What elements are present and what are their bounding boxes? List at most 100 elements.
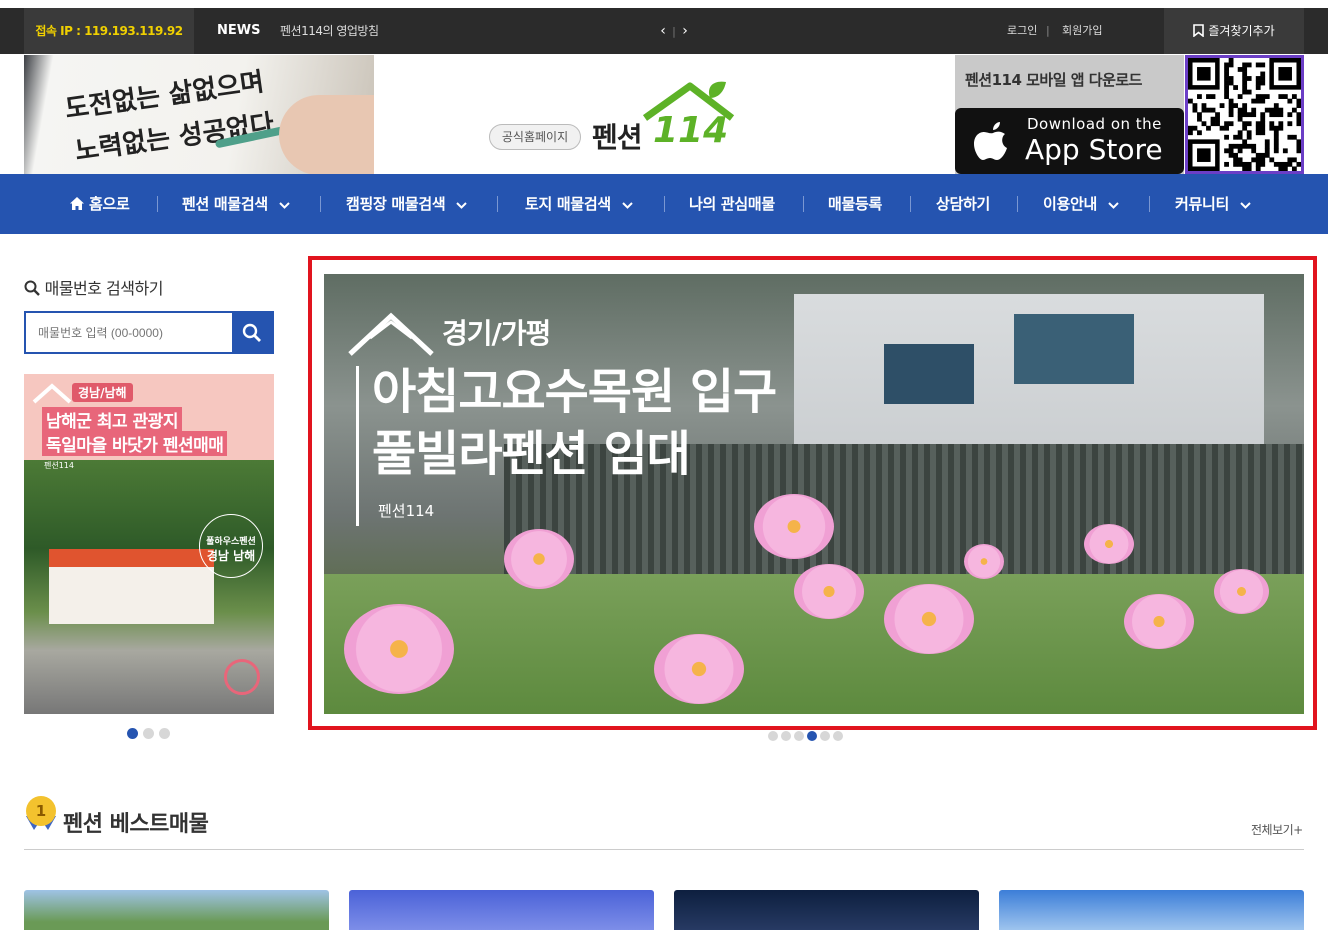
pagination-dot[interactable] xyxy=(794,731,804,741)
flower-image xyxy=(754,494,834,559)
bookmark-icon xyxy=(1193,24,1205,38)
ad-headline-1: 남해군 최고 관광지 xyxy=(42,407,182,432)
property-card[interactable] xyxy=(349,890,654,930)
flower-image xyxy=(654,634,744,704)
pagination-dot[interactable] xyxy=(768,731,778,741)
house-logo-icon xyxy=(348,312,434,356)
chevron-down-icon xyxy=(1240,202,1251,209)
ad-brand: 펜션114 xyxy=(44,461,74,470)
flower-image xyxy=(794,564,864,619)
logo-number[interactable]: 114 xyxy=(653,110,728,151)
app-store-big-text: App Store xyxy=(1025,133,1163,166)
nav-item-camping-search[interactable]: 캠핑장 매물검색 xyxy=(346,174,468,234)
chevron-down-icon xyxy=(622,202,633,209)
nav-item-label: 캠핑장 매물검색 xyxy=(346,195,446,213)
property-card[interactable] xyxy=(999,890,1304,930)
news-prev-button[interactable]: ‹ xyxy=(655,8,671,54)
news-ticker-link[interactable]: 펜션114의 영업방침 xyxy=(280,8,379,54)
nav-item-guide[interactable]: 이용안내 xyxy=(1043,174,1119,234)
side-ad-pagination xyxy=(127,724,175,743)
flower-image xyxy=(344,604,454,694)
house-logo-icon xyxy=(32,383,72,404)
side-ad-banner[interactable]: 경남/남해 남해군 최고 관광지 독일마을 바닷가 펜션매매 펜션114 풀하우… xyxy=(24,374,274,714)
flower-image xyxy=(964,544,1004,579)
nav-item-label: 펜션 매물검색 xyxy=(182,195,268,213)
bookmark-button[interactable]: 즐겨찾기추가 xyxy=(1164,8,1304,54)
click-cursor-icon xyxy=(224,659,260,695)
search-title-text: 매물번호 검색하기 xyxy=(44,279,164,298)
banner-headline-1: 아침고요수목원 입구 xyxy=(372,364,777,420)
property-card[interactable] xyxy=(24,890,329,930)
hand-image xyxy=(279,95,374,174)
nav-divider xyxy=(497,196,498,212)
signup-link[interactable]: 회원가입 xyxy=(1062,8,1102,54)
pagination-dot[interactable] xyxy=(127,728,138,739)
nav-item-community[interactable]: 커뮤니티 xyxy=(1175,174,1251,234)
nav-item-label: 매물등록 xyxy=(828,195,883,213)
app-download-title: 펜션114 모바일 앱 다운로드 xyxy=(965,71,1142,89)
nav-item-label: 홈으로 xyxy=(88,195,130,213)
main-nav: 홈으로 펜션 매물검색 캠핑장 매물검색 토지 매물검색 나의 관심매물 매물등… xyxy=(0,174,1328,234)
nav-item-pension-search[interactable]: 펜션 매물검색 xyxy=(182,174,290,234)
banner-region: 경기/가평 xyxy=(442,317,551,350)
ad-headline-2: 독일마을 바닷가 펜션매매 xyxy=(42,431,228,456)
property-card[interactable] xyxy=(674,890,979,930)
pagination-dot[interactable] xyxy=(820,731,830,741)
ad-circle-line-1: 풀하우스펜션 xyxy=(206,537,256,547)
pagination-dot[interactable] xyxy=(781,731,791,741)
nav-divider xyxy=(910,196,911,212)
pagination-dot[interactable] xyxy=(807,731,817,741)
divider: | xyxy=(1046,24,1050,37)
main-banner-pagination xyxy=(768,726,846,745)
nav-item-land-search[interactable]: 토지 매물검색 xyxy=(525,174,633,234)
flower-image xyxy=(1214,569,1269,614)
calligraphy-banner[interactable]: 도전없는 삶없으며 노력없는 성공없다 xyxy=(24,55,374,174)
property-number-input[interactable] xyxy=(26,313,232,352)
nav-divider xyxy=(664,196,665,212)
news-arrows: ‹ | › xyxy=(655,8,693,55)
news-next-button[interactable]: › xyxy=(677,8,693,54)
flower-image xyxy=(504,529,574,589)
news-label: NEWS xyxy=(217,23,261,38)
nav-item-register[interactable]: 매물등록 xyxy=(828,174,882,234)
chevron-down-icon xyxy=(1108,202,1119,209)
nav-divider xyxy=(1149,196,1150,212)
app-store-small-text: Download on the xyxy=(1027,115,1162,133)
nav-item-label: 토지 매물검색 xyxy=(525,195,611,213)
search-button[interactable] xyxy=(232,313,272,352)
nav-divider xyxy=(157,196,158,212)
banner-accent-bar xyxy=(356,366,359,526)
property-search-box xyxy=(24,311,274,354)
window-image xyxy=(884,344,974,404)
official-site-badge: 공식홈페이지 xyxy=(489,124,581,150)
nav-item-consult[interactable]: 상담하기 xyxy=(936,174,990,234)
logo-text[interactable]: 펜션 xyxy=(592,116,643,156)
qr-code xyxy=(1185,55,1304,174)
pagination-dot[interactable] xyxy=(833,731,843,741)
app-store-button[interactable]: Download on the App Store xyxy=(955,108,1184,174)
apple-icon xyxy=(974,122,1007,160)
nav-divider xyxy=(1017,196,1018,212)
nav-item-label: 상담하기 xyxy=(936,195,991,213)
main-banner[interactable]: 경기/가평 아침고요수목원 입구 풀빌라펜션 임대 펜션114 xyxy=(324,274,1304,714)
best-section-title: 펜션 베스트매물 xyxy=(63,812,209,837)
pagination-dot[interactable] xyxy=(159,728,170,739)
pagination-dot[interactable] xyxy=(143,728,154,739)
ip-display: 접속 IP : 119.193.119.92 xyxy=(24,8,194,54)
section-divider xyxy=(24,849,1304,850)
home-icon xyxy=(70,197,84,210)
banner-headline-2: 풀빌라펜션 임대 xyxy=(372,426,691,482)
flower-image xyxy=(1124,594,1194,649)
nav-item-label: 나의 관심매물 xyxy=(689,195,775,213)
nav-item-my-interest[interactable]: 나의 관심매물 xyxy=(689,174,775,234)
banner-brand: 펜션114 xyxy=(378,502,435,520)
ad-house-image xyxy=(49,549,214,624)
search-title: 매물번호 검색하기 xyxy=(24,275,163,299)
search-icon xyxy=(242,323,261,342)
flower-image xyxy=(884,584,974,654)
ad-region-badge: 경남/남해 xyxy=(72,383,133,402)
see-all-link[interactable]: 전체보기+ xyxy=(1251,821,1303,838)
nav-item-home[interactable]: 홈으로 xyxy=(70,174,130,234)
login-link[interactable]: 로그인 xyxy=(1007,8,1037,54)
search-icon xyxy=(24,280,40,296)
